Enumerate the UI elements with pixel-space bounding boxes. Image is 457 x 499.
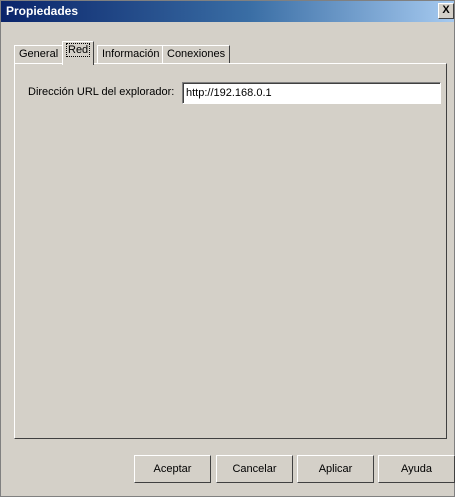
tab-red[interactable]: Red bbox=[62, 41, 95, 65]
url-input[interactable] bbox=[182, 82, 441, 104]
tab-conexiones[interactable]: Conexiones bbox=[162, 45, 231, 64]
tab-panel-red: Dirección URL del explorador: bbox=[14, 63, 447, 439]
tab-general[interactable]: General bbox=[14, 45, 64, 64]
close-button[interactable]: X bbox=[438, 3, 454, 19]
url-label: Dirección URL del explorador: bbox=[28, 86, 175, 98]
apply-button[interactable]: Aplicar bbox=[297, 455, 374, 483]
tab-red-label: Red bbox=[65, 43, 91, 57]
window-title: Propiedades bbox=[6, 4, 79, 18]
title-bar: Propiedades X bbox=[1, 1, 454, 22]
tab-conexiones-label: Conexiones bbox=[167, 48, 226, 60]
cancel-button[interactable]: Cancelar bbox=[216, 455, 293, 483]
tab-informacion[interactable]: Información bbox=[97, 45, 165, 64]
ok-button[interactable]: Aceptar bbox=[134, 455, 211, 483]
tab-informacion-label: Información bbox=[102, 48, 160, 60]
properties-dialog: Propiedades X General Red Información Co… bbox=[0, 0, 455, 497]
tab-general-label: General bbox=[19, 48, 59, 60]
close-icon: X bbox=[442, 4, 450, 16]
help-button[interactable]: Ayuda bbox=[378, 455, 455, 483]
